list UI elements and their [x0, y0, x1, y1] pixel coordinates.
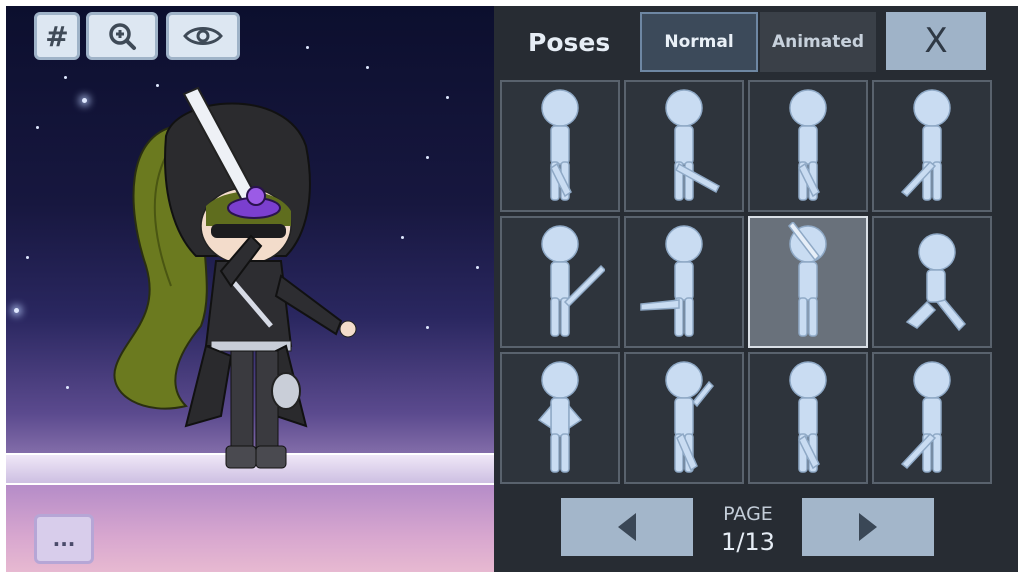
- pose-silhouette: [763, 358, 853, 478]
- more-button-label: ...: [52, 527, 76, 551]
- pose-cell[interactable]: [624, 216, 744, 348]
- star: [476, 266, 479, 269]
- panel-title: Poses: [528, 28, 611, 57]
- poses-panel: Poses Normal Animated X PAGE 1/13: [494, 6, 1018, 572]
- pose-silhouette: [515, 86, 605, 206]
- pose-cell[interactable]: [872, 80, 992, 212]
- pose-silhouette: [515, 358, 605, 478]
- pose-cell[interactable]: [748, 80, 868, 212]
- tab-normal[interactable]: Normal: [640, 12, 758, 72]
- pose-cell[interactable]: [872, 352, 992, 484]
- star: [26, 256, 29, 259]
- page-number: 1/13: [721, 528, 775, 556]
- pose-silhouette: [639, 222, 729, 342]
- pose-silhouette: [639, 86, 729, 206]
- grid-button-label: #: [45, 19, 69, 53]
- next-page-button[interactable]: [802, 498, 934, 556]
- tab-normal-label: Normal: [664, 32, 734, 52]
- close-button[interactable]: X: [886, 12, 986, 70]
- tab-animated-label: Animated: [771, 32, 865, 52]
- pose-silhouette: [887, 86, 977, 206]
- arrow-right-icon: [859, 513, 877, 541]
- pose-grid: [500, 80, 992, 488]
- pose-silhouette: [887, 358, 977, 478]
- close-icon: X: [924, 21, 948, 61]
- more-options-button[interactable]: ...: [34, 514, 94, 564]
- game-screen: # ... Poses Normal Animated X PAGE 1/13: [6, 6, 1018, 572]
- star: [66, 386, 69, 389]
- star: [36, 126, 39, 129]
- pose-cell[interactable]: [748, 352, 868, 484]
- page-label: PAGE: [723, 503, 773, 525]
- pose-cell[interactable]: [500, 80, 620, 212]
- pose-silhouette: [763, 86, 853, 206]
- character-stage: # ...: [6, 6, 494, 572]
- pose-cell-selected[interactable]: [748, 216, 868, 348]
- star: [14, 308, 19, 313]
- pose-cell[interactable]: [872, 216, 992, 348]
- star: [426, 326, 429, 329]
- star: [306, 46, 309, 49]
- star: [446, 96, 449, 99]
- visibility-button[interactable]: [166, 12, 240, 60]
- pose-silhouette: [515, 222, 605, 342]
- pose-cell[interactable]: [500, 352, 620, 484]
- pose-silhouette: [906, 233, 966, 331]
- tab-animated[interactable]: Animated: [760, 12, 876, 72]
- star: [366, 66, 369, 69]
- star: [64, 76, 67, 79]
- arrow-left-icon: [618, 513, 636, 541]
- pose-silhouette: [763, 222, 853, 342]
- eye-icon: [183, 27, 223, 45]
- character[interactable]: [106, 86, 366, 486]
- previous-page-button[interactable]: [561, 498, 693, 556]
- pose-silhouette: [639, 358, 729, 478]
- pose-cell[interactable]: [624, 352, 744, 484]
- star: [401, 236, 404, 239]
- zoom-button[interactable]: [86, 12, 158, 60]
- pose-cell[interactable]: [624, 80, 744, 212]
- zoom-in-icon: [109, 23, 136, 50]
- grid-toggle-button[interactable]: #: [34, 12, 80, 60]
- star: [82, 98, 87, 103]
- star: [426, 156, 429, 159]
- pose-cell[interactable]: [500, 216, 620, 348]
